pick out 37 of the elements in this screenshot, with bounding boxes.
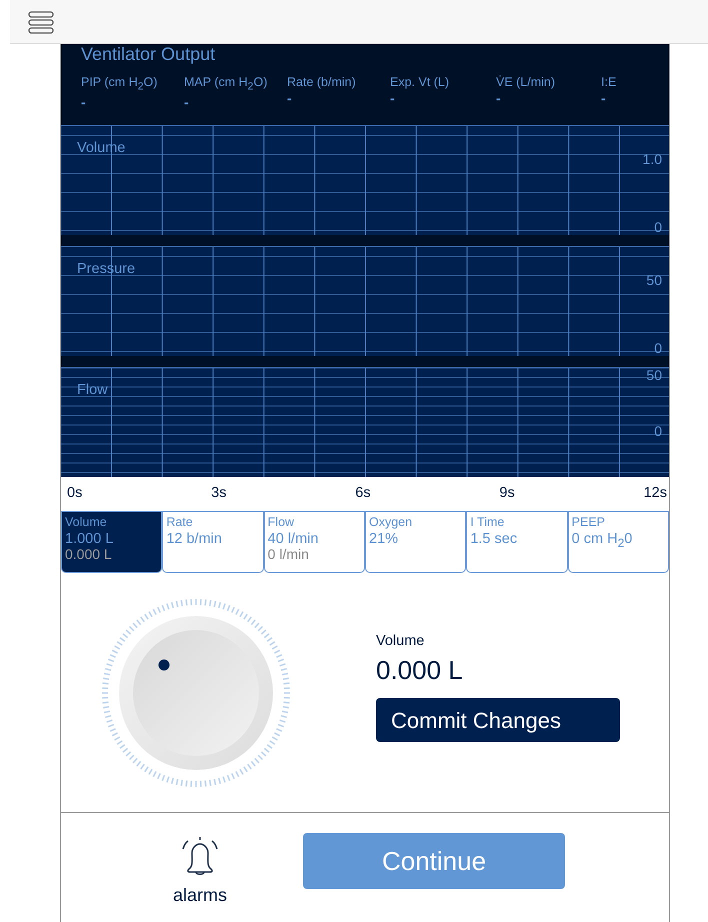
setting-tab[interactable]: Oxygen 21%: [365, 511, 466, 573]
setting-value: 0.000 L: [376, 654, 463, 686]
section-title: Ventilator Output: [81, 44, 216, 65]
readout-value: -: [287, 90, 293, 106]
readout-label: V̇E (L/min): [496, 75, 556, 89]
readout-label: Exp. Vt (L): [390, 75, 450, 89]
continue-button[interactable]: Continue: [303, 833, 566, 889]
commit-button[interactable]: Commit Changes: [376, 698, 620, 742]
axis-tick: 0: [654, 423, 662, 439]
alarms-button[interactable]: alarms: [173, 833, 228, 906]
time-tick: 9s: [499, 485, 515, 503]
time-tick: 12s: [644, 485, 667, 503]
readout-value: -: [184, 94, 190, 110]
readout-label: PIP (cm H$_{2}$O): [81, 75, 158, 92]
readout-value: -: [390, 90, 396, 106]
axis-tick: 0: [654, 219, 662, 235]
setting-label: Volume: [376, 632, 424, 648]
time-tick: 6s: [355, 485, 371, 503]
graph-label: Flow: [77, 382, 108, 398]
readout-value: -: [81, 94, 87, 110]
setting-tab[interactable]: Volume 1.000 L 0.000 L: [61, 511, 162, 573]
readout-value: -: [601, 90, 607, 106]
readout-label: Rate (b/min): [287, 75, 357, 89]
readout-value: -: [496, 90, 502, 106]
axis-tick: 0: [654, 340, 662, 356]
axis-tick: 1.0: [642, 151, 662, 167]
readout-label: I:E: [601, 75, 618, 89]
menu-icon[interactable]: [28, 10, 54, 34]
setting-tab[interactable]: PEEP 0 cm H$_{2}$0: [568, 511, 669, 573]
time-tick: 0s: [67, 485, 82, 503]
axis-tick: 50: [646, 367, 662, 383]
axis-tick: 50: [646, 272, 662, 288]
time-tick: 3s: [211, 485, 226, 503]
setting-tab[interactable]: I Time 1.5 sec: [466, 511, 568, 573]
setting-tab[interactable]: Flow 40 l/min 0 l/min: [264, 511, 365, 573]
readout-label: MAP (cm H$_{2}$O): [184, 75, 268, 92]
setting-tab[interactable]: Rate 12 b/min: [162, 511, 264, 573]
